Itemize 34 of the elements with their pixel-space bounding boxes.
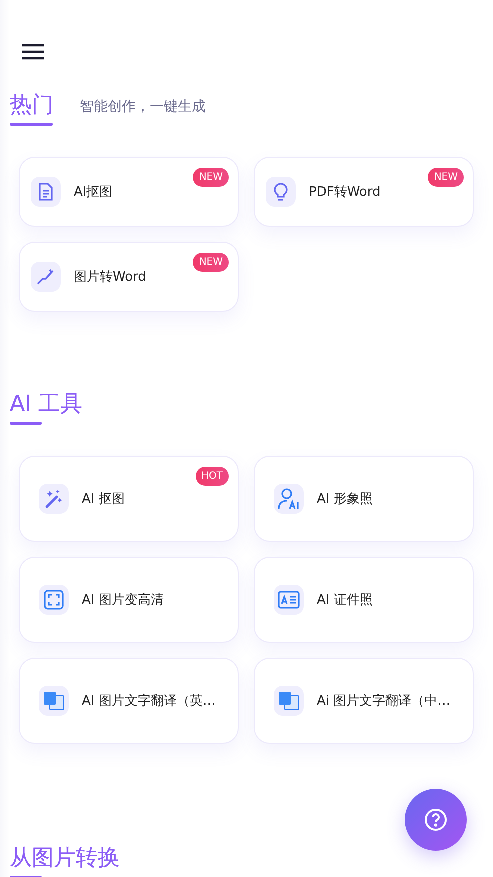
magic-wand-icon: [44, 489, 64, 509]
lightbulb-icon: [274, 182, 288, 202]
tool-label: 图片转Word: [74, 269, 146, 286]
tool-card[interactable]: AI 图片变高清: [19, 557, 239, 643]
menu-icon[interactable]: [22, 44, 44, 60]
user-ai-icon: [278, 488, 300, 510]
tool-card[interactable]: AI抠图 NEW: [19, 157, 239, 227]
tool-label: PDF转Word: [309, 184, 381, 201]
tag-label: NEW: [193, 253, 229, 272]
tool-label: AI 形象照: [317, 491, 373, 508]
translate-icon: [278, 691, 300, 711]
tool-card[interactable]: Ai 图片文字翻译（中…: [254, 658, 474, 744]
translate-icon: [43, 691, 65, 711]
tool-label: AI 证件照: [317, 592, 373, 609]
tool-card[interactable]: AI 形象照: [254, 456, 474, 542]
tag-label: NEW: [193, 168, 229, 187]
document-icon: [38, 183, 54, 201]
tool-label: AI抠图: [74, 184, 113, 201]
tool-label: Ai 图片文字翻译（中…: [317, 693, 451, 710]
scan-frame-icon: [44, 590, 64, 610]
tag-label: HOT: [196, 467, 229, 486]
tool-card[interactable]: AI 图片文字翻译（英…: [19, 658, 239, 744]
tool-card[interactable]: AI 证件照: [254, 557, 474, 643]
help-icon: [424, 808, 448, 832]
tool-label: AI 图片文字翻译（英…: [82, 693, 216, 710]
tool-card[interactable]: 图片转Word NEW: [19, 242, 239, 312]
tool-card[interactable]: AI 抠图 HOT: [19, 456, 239, 542]
tool-label: AI 抠图: [82, 491, 125, 508]
chart-line-icon: [37, 269, 55, 285]
tool-label: AI 图片变高清: [82, 592, 164, 609]
tool-card[interactable]: PDF转Word NEW: [254, 157, 474, 227]
tag-label: NEW: [428, 168, 464, 187]
section-subtitle: 智能创作，一键生成: [80, 98, 206, 116]
id-card-icon: [278, 591, 300, 609]
